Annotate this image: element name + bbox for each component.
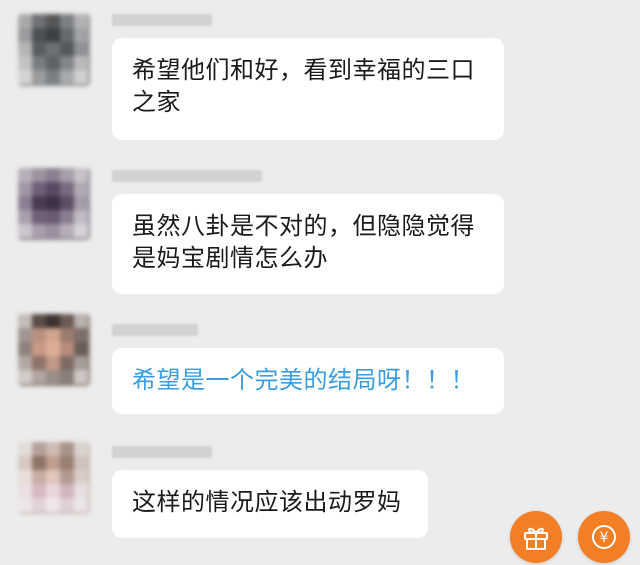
sender-name <box>112 446 212 458</box>
message-text: 希望他们和好，看到幸福的三口之家 <box>132 56 475 116</box>
message-bubble[interactable]: 希望他们和好，看到幸福的三口之家 <box>112 38 504 140</box>
gift-icon <box>524 527 548 550</box>
reward-button[interactable]: ¥ <box>578 511 630 563</box>
sender-name <box>112 324 198 336</box>
sender-name <box>112 170 262 182</box>
avatar[interactable] <box>18 314 90 386</box>
avatar[interactable] <box>18 14 90 86</box>
sender-name <box>112 14 212 26</box>
message-text: 希望是一个完美的结局呀！！！ <box>132 366 475 394</box>
message-bubble[interactable]: 这样的情况应该出动罗妈 <box>112 470 428 538</box>
message-text: 虽然八卦是不对的，但隐隐觉得是妈宝剧情怎么办 <box>132 212 475 272</box>
avatar[interactable] <box>18 442 90 514</box>
yen-icon: ¥ <box>592 525 616 549</box>
message-text: 这样的情况应该出动罗妈 <box>132 488 402 516</box>
gift-button[interactable] <box>510 511 562 563</box>
message-bubble[interactable]: 虽然八卦是不对的，但隐隐觉得是妈宝剧情怎么办 <box>112 194 504 294</box>
svg-text:¥: ¥ <box>600 530 609 546</box>
avatar[interactable] <box>18 168 90 240</box>
message-bubble[interactable]: 希望是一个完美的结局呀！！！ <box>112 348 504 414</box>
